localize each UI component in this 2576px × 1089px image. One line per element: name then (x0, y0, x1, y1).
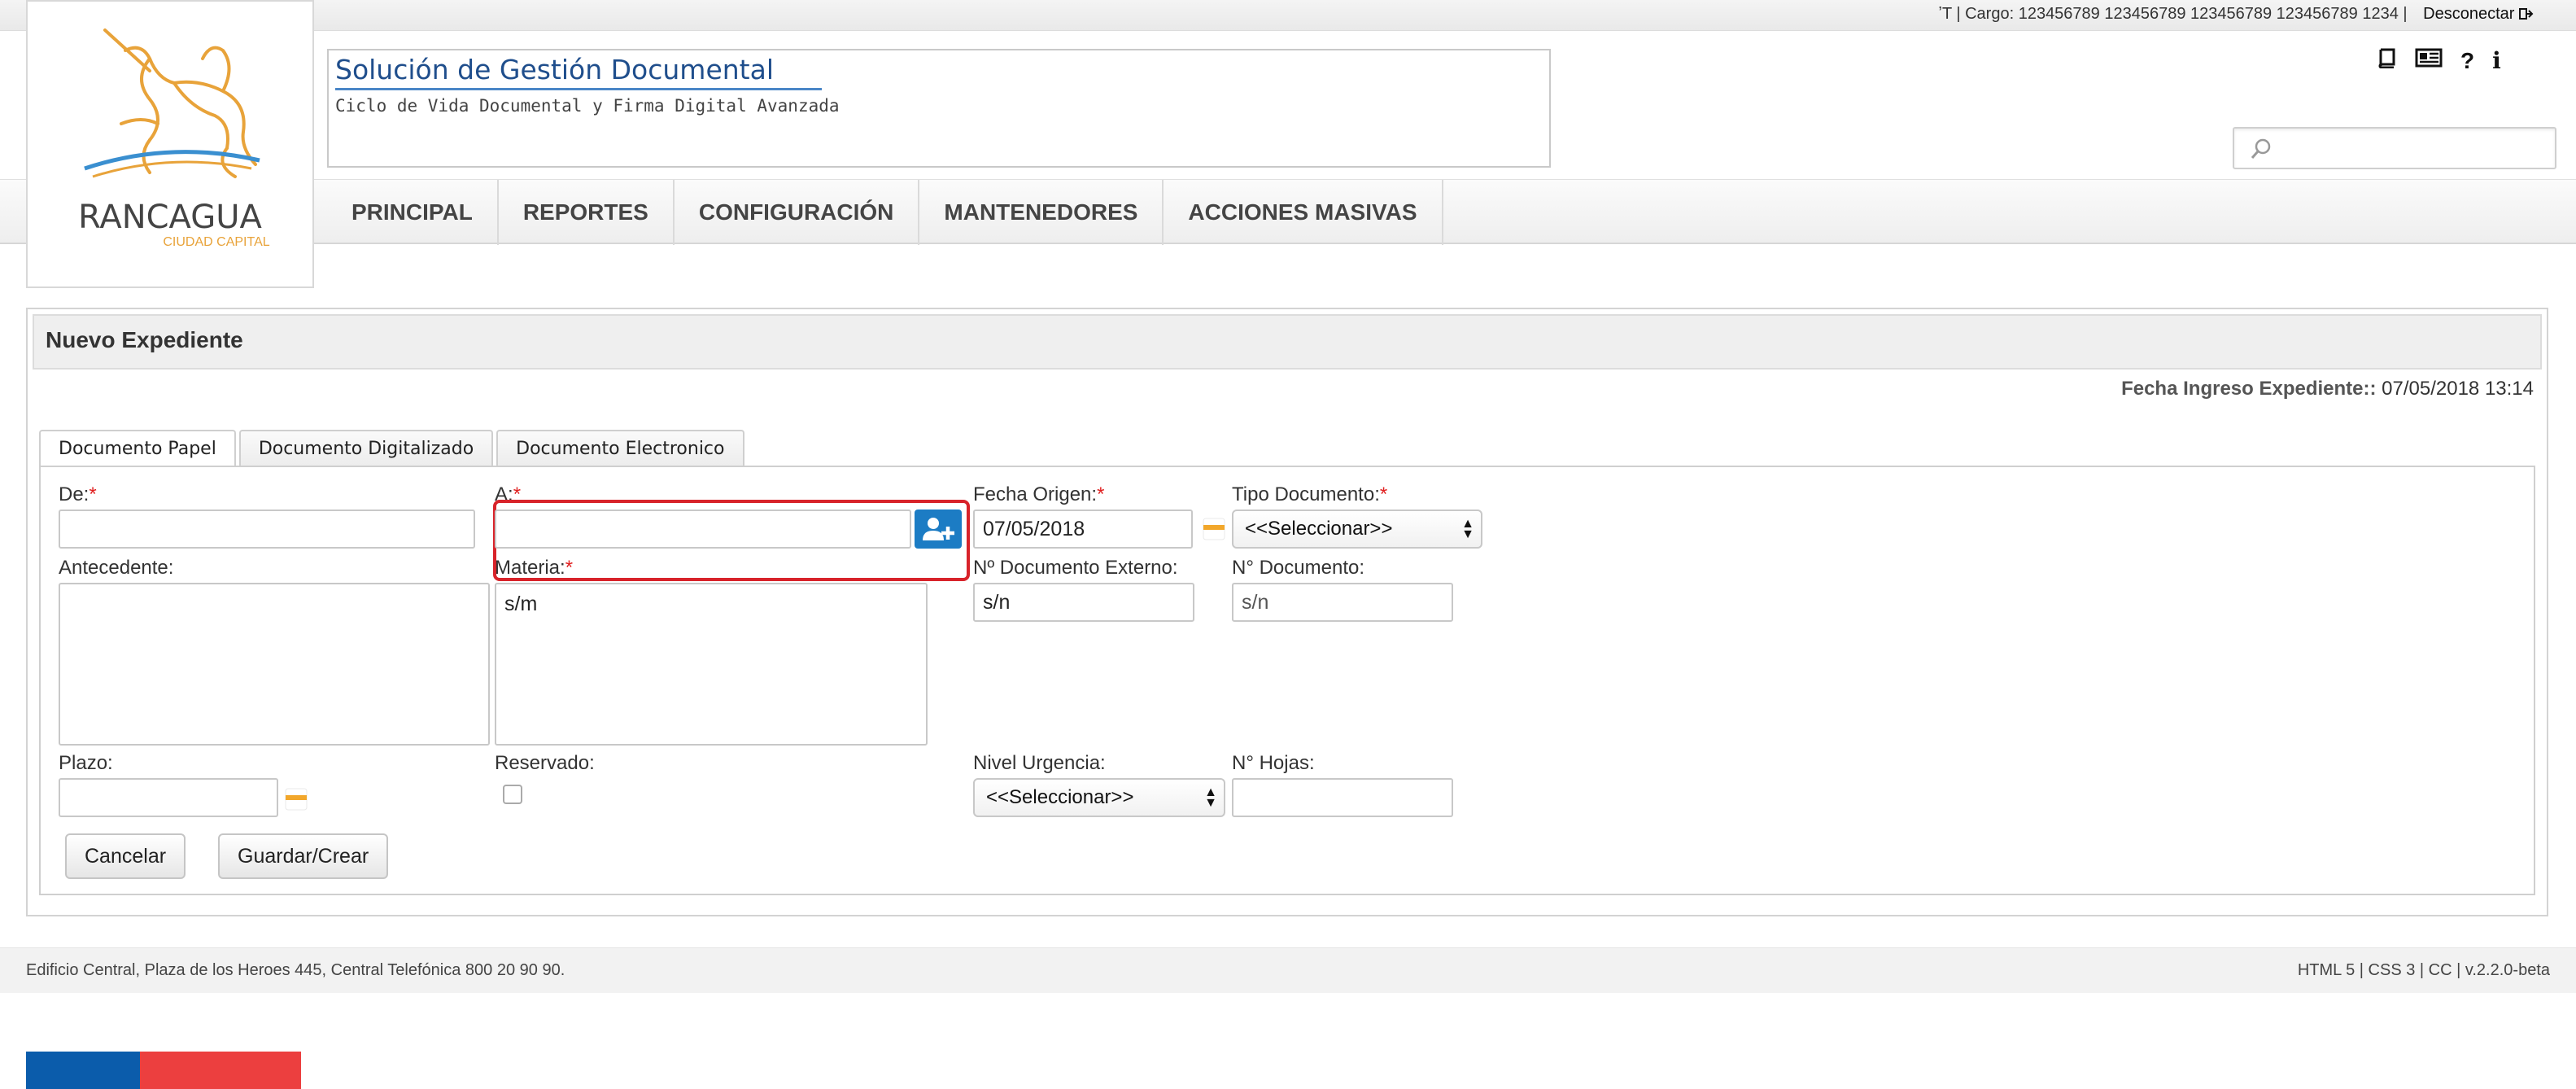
nivel-urgencia-select[interactable]: <<Seleccionar>> ▲ ▼ (973, 778, 1225, 817)
logo-tagline-text: CIUDAD CAPITAL (163, 235, 269, 249)
user-info-text: ʼT | Cargo: 123456789 123456789 12345678… (1938, 5, 2408, 23)
select-arrows-icon: ▲ ▼ (1461, 517, 1474, 541)
footer-credits: HTML 5 | CSS 3 | CC | v.2.2.0-beta (2297, 961, 2550, 979)
add-user-icon (923, 518, 954, 540)
help-icon[interactable]: ? (2460, 48, 2474, 74)
info-icon[interactable]: i (2492, 47, 2501, 74)
menu-item-configuracion[interactable]: CONFIGURACIÓN (675, 180, 920, 245)
menu-item-reportes[interactable]: REPORTES (499, 180, 675, 245)
nro-documento-label: N° Documento: (1232, 557, 1364, 579)
panel-title: Nuevo Expediente (46, 327, 243, 352)
logo-name-text: RANCAGUA (78, 199, 262, 236)
app-title: Solución de Gestión Documental (335, 54, 774, 85)
cancel-button[interactable]: Cancelar (65, 833, 186, 879)
nro-documento-field[interactable]: s/n (1232, 583, 1453, 622)
header-tools: ? i (2376, 47, 2501, 74)
antecedente-label: Antecedente: (59, 557, 174, 579)
main-menu: PRINCIPAL REPORTES CONFIGURACIÓN MANTENE… (327, 180, 1443, 245)
panel-header: Nuevo Expediente (33, 314, 2542, 370)
materia-textarea[interactable]: s/m (495, 583, 928, 746)
tipo-documento-value: <<Seleccionar>> (1245, 518, 1393, 540)
add-recipient-button[interactable] (915, 510, 962, 549)
manual-book-icon[interactable] (2376, 47, 2397, 74)
news-icon[interactable] (2415, 47, 2443, 74)
fecha-origen-field[interactable]: 07/05/2018 (973, 510, 1193, 549)
antecedente-textarea[interactable] (59, 583, 490, 746)
footer: Edificio Central, Plaza de los Heroes 44… (0, 947, 2576, 993)
brand-banner: Solución de Gestión Documental Ciclo de … (327, 49, 1551, 168)
menu-item-acciones-masivas[interactable]: ACCIONES MASIVAS (1164, 180, 1443, 245)
nro-doc-externo-field[interactable]: s/n (973, 583, 1194, 622)
menu-item-mantenedores[interactable]: MANTENEDORES (919, 180, 1164, 245)
a-field[interactable] (495, 510, 911, 549)
logout-link[interactable]: Desconectar (2423, 5, 2534, 23)
select-arrows-icon: ▲ ▼ (1204, 785, 1217, 810)
footer-address: Edificio Central, Plaza de los Heroes 44… (26, 961, 565, 979)
search-input[interactable] (2233, 127, 2556, 169)
fecha-origen-label: Fecha Origen:* (973, 483, 1105, 505)
flag-stripe-blue (26, 1052, 140, 1089)
de-field[interactable] (59, 510, 475, 549)
intake-date-label: Fecha Ingreso Expediente:: (2121, 378, 2377, 400)
menu-item-principal[interactable]: PRINCIPAL (327, 180, 499, 245)
top-bar: ʼT | Cargo: 123456789 123456789 12345678… (0, 0, 2576, 31)
nro-hojas-field[interactable] (1232, 778, 1453, 817)
calendar-icon[interactable] (1203, 518, 1225, 540)
nivel-urgencia-label: Nivel Urgencia: (973, 752, 1106, 774)
plazo-field[interactable] (59, 778, 278, 817)
rancagua-logo-icon: RANCAGUA CIUDAD CAPITAL (78, 28, 270, 249)
title-underline (335, 88, 822, 90)
tab-documento-electronico[interactable]: Documento Electronico (496, 430, 744, 467)
intake-date: Fecha Ingreso Expediente:: 07/05/2018 13… (2121, 378, 2534, 400)
reservado-checkbox[interactable] (503, 785, 522, 804)
municipality-logo[interactable]: RANCAGUA CIUDAD CAPITAL (26, 0, 314, 288)
tab-content-documento-papel: De:* A:* Fecha Origen:* 07/05/2018 Tipo … (39, 466, 2535, 895)
intake-date-value: 07/05/2018 13:14 (2382, 378, 2534, 400)
reservado-label: Reservado: (495, 752, 595, 774)
user-info-bar: ʼT | Cargo: 123456789 123456789 12345678… (1939, 5, 2535, 24)
app-subtitle: Ciclo de Vida Documental y Firma Digital… (335, 96, 840, 116)
tipo-documento-label: Tipo Documento:* (1232, 483, 1388, 505)
tab-documento-digitalizado[interactable]: Documento Digitalizado (238, 430, 494, 467)
de-label: De:* (59, 483, 97, 505)
save-create-button[interactable]: Guardar/Crear (218, 833, 389, 879)
calendar-icon[interactable] (285, 788, 308, 811)
plazo-label: Plazo: (59, 752, 113, 774)
main-menu-bar: PRINCIPAL REPORTES CONFIGURACIÓN MANTENE… (0, 179, 2576, 245)
new-file-panel: Nuevo Expediente Fecha Ingreso Expedient… (26, 308, 2548, 916)
flag-stripe-red (140, 1052, 301, 1089)
nivel-urgencia-value: <<Seleccionar>> (986, 786, 1134, 808)
tab-documento-papel[interactable]: Documento Papel (39, 430, 236, 470)
tipo-documento-select[interactable]: <<Seleccionar>> ▲ ▼ (1232, 510, 1482, 549)
search-icon (2251, 138, 2271, 159)
nro-doc-externo-label: Nº Documento Externo: (973, 557, 1178, 579)
logout-icon (2519, 8, 2534, 20)
logout-label: Desconectar (2423, 5, 2515, 23)
document-tabs: Documento Papel Documento Digitalizado D… (39, 430, 744, 470)
materia-label: Materia:* (495, 557, 574, 579)
nro-hojas-label: N° Hojas: (1232, 752, 1315, 774)
